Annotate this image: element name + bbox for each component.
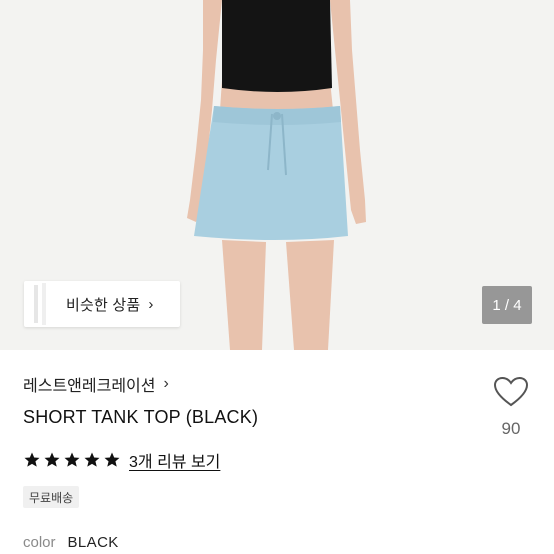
chevron-right-icon: ›: [163, 375, 169, 392]
star-icon: [44, 452, 60, 467]
stack-decoration: [42, 283, 46, 325]
product-title: SHORT TANK TOP (BLACK): [23, 407, 259, 427]
free-shipping-badge: 무료배송: [23, 486, 80, 508]
similar-products-button[interactable]: 비슷한 상품 ›: [24, 281, 180, 327]
star-icon: [104, 452, 120, 467]
like-button[interactable]: 90: [491, 376, 531, 439]
chevron-right-icon: ›: [148, 295, 154, 313]
similar-products-label: 비슷한 상품: [66, 296, 141, 314]
brand-link[interactable]: 레스트앤레크레이션 ›: [23, 372, 169, 396]
rating-row: 3개 리뷰 보기: [23, 448, 220, 472]
view-reviews-link[interactable]: 3개 리뷰 보기: [129, 448, 220, 472]
star-icon: [24, 452, 40, 467]
color-option-row: color BLACK: [23, 534, 119, 551]
heart-icon: [493, 376, 529, 407]
brand-name: 레스트앤레크레이션: [23, 378, 156, 395]
star-rating: [23, 451, 121, 469]
star-icon: [64, 452, 80, 467]
star-icon: [84, 452, 100, 467]
stack-decoration: [34, 285, 38, 323]
product-image-gallery[interactable]: 비슷한 상품 › 1 / 4: [0, 0, 554, 350]
color-value: BLACK: [67, 534, 119, 551]
like-count: 90: [501, 419, 521, 438]
image-page-counter: 1 / 4: [482, 286, 532, 324]
color-label: color: [23, 534, 56, 551]
